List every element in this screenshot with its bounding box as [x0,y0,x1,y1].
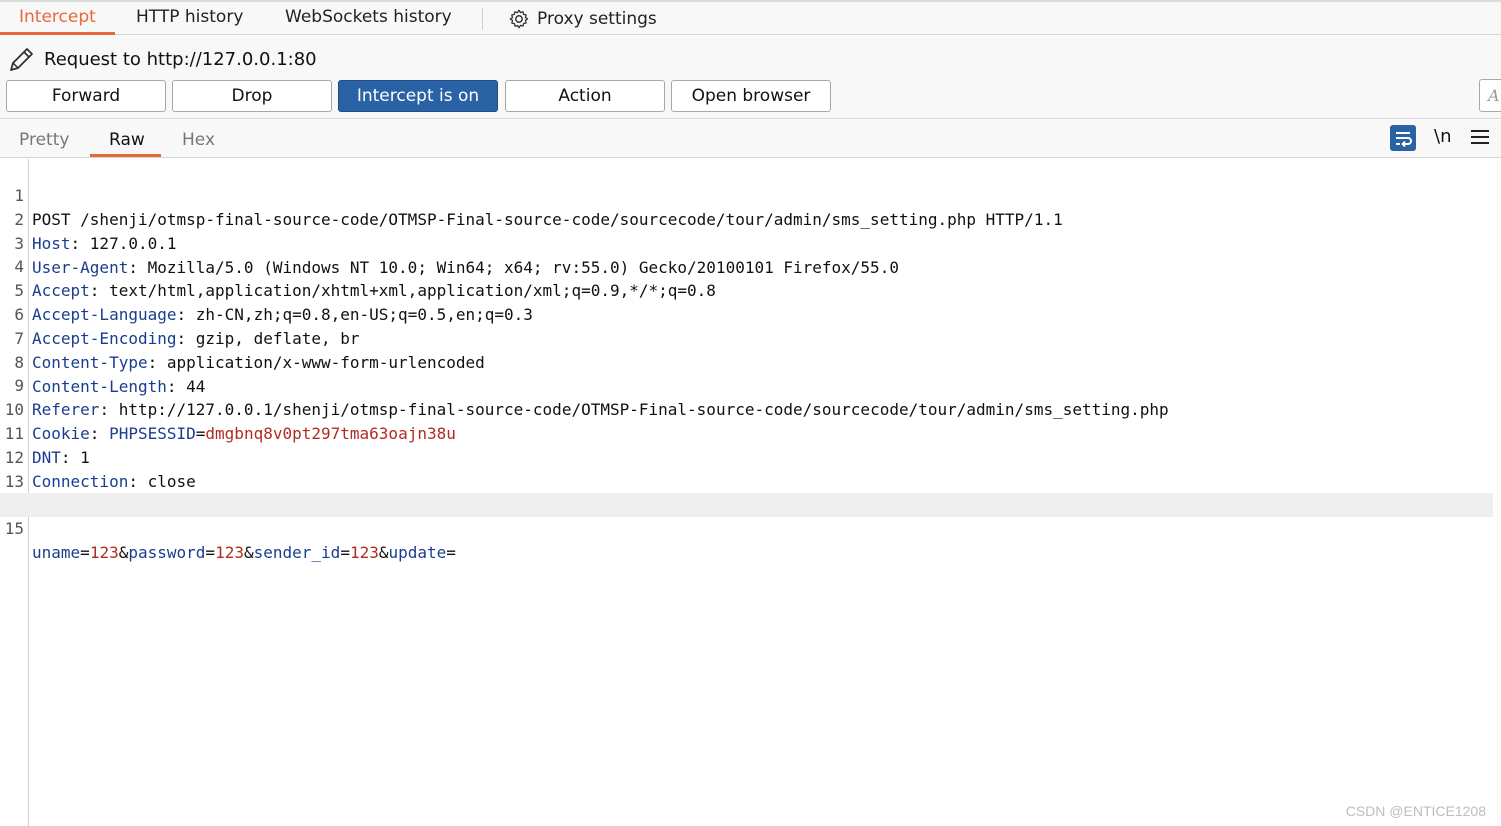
editor-line: 11 DNT: 1 [0,398,1493,467]
editor-line: 14 [0,469,1493,514]
message-view-tabs: Pretty Raw Hex \n [0,120,1501,158]
editor-line: 13 Upgrade-Insecure-Requests: 1 [0,446,1493,515]
pencil-icon[interactable] [6,45,36,75]
editor-line: 8 Content-Length: 44 [0,327,1493,396]
watermark: CSDN @ENTICE1208 [1345,803,1486,819]
editor-line: 2 Host: 127.0.0.1 [0,184,1493,253]
raw-request-editor[interactable]: 1 POST /shenji/otmsp-final-source-code/O… [0,159,1501,826]
intercept-toolbar: Request to http://127.0.0.1:80 Forward D… [0,35,1501,119]
editor-line: 3 User-Agent: Mozilla/5.0 (Windows NT 10… [0,208,1493,277]
line-number: 15 [4,519,24,539]
show-newlines-toggle[interactable]: \n [1434,126,1451,147]
open-browser-button[interactable]: Open browser [671,80,831,112]
param-value: 123 [215,543,244,563]
gear-icon[interactable] [508,8,530,30]
comment-field[interactable]: A [1479,79,1501,112]
param-value: 123 [349,543,379,563]
editor-line: 4 Accept: text/html,application/xhtml+xm… [0,231,1493,300]
request-target-label: Request to http://127.0.0.1:80 [44,49,317,70]
proxy-tab-bar: Intercept HTTP history WebSockets histor… [0,0,1501,35]
editor-line: 12 Connection: close [0,422,1493,491]
editor-line: 1 POST /shenji/otmsp-final-source-code/O… [0,160,1493,229]
param-name: sender_id [253,543,341,563]
tab-pretty[interactable]: Pretty [19,120,69,157]
editor-line: 5 Accept-Language: zh-CN,zh;q=0.8,en-US;… [0,255,1493,324]
intercept-toggle-button[interactable]: Intercept is on [338,80,498,112]
editor-line: 7 Content-Type: application/x-www-form-u… [0,303,1493,372]
param-name: uname [32,543,81,563]
tab-websockets-history[interactable]: WebSockets history [285,2,452,35]
tab-hex[interactable]: Hex [182,120,215,157]
tab-divider [482,8,483,30]
tab-http-history[interactable]: HTTP history [136,2,243,35]
word-wrap-icon[interactable] [1390,125,1416,151]
drop-button[interactable]: Drop [172,80,332,112]
param-name: password [128,543,206,563]
action-button[interactable]: Action [505,80,665,112]
param-name: update [388,543,447,563]
tab-intercept[interactable]: Intercept [0,2,115,35]
tab-raw[interactable]: Raw [90,120,161,157]
hamburger-menu-icon[interactable] [1471,130,1489,146]
editor-line: 6 Accept-Encoding: gzip, deflate, br [0,279,1493,348]
forward-button[interactable]: Forward [6,80,166,112]
proxy-settings-link[interactable]: Proxy settings [537,4,657,37]
editor-line: 9 Referer: http://127.0.0.1/shenji/otmsp… [0,350,1493,419]
param-value: 123 [89,543,119,563]
editor-line: 10 Cookie: PHPSESSID=dmgbnq8v0pt297tma63… [0,374,1493,443]
editor-line-current: 15 uname=123&password=123&sender_id=123&… [0,493,1493,562]
